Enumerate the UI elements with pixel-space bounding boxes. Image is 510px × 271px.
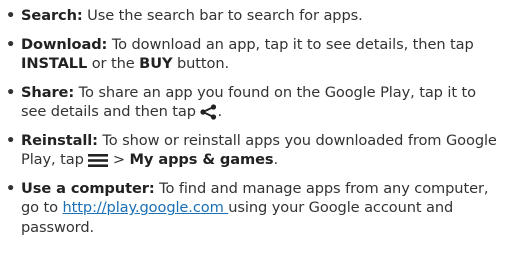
menu-icon	[88, 153, 109, 167]
bullet: •	[6, 7, 16, 24]
item-title: Use a computer:	[21, 179, 155, 197]
item-text: or the	[87, 55, 140, 72]
my-apps-label: My apps & games	[129, 151, 274, 168]
item-title: Reinstall:	[21, 131, 98, 149]
bullet: •	[6, 83, 16, 101]
bullet: •	[6, 179, 16, 197]
item-text: .	[273, 151, 279, 168]
item-text: .	[217, 103, 223, 120]
bullet: •	[6, 35, 16, 53]
list-item-reinstall: • Reinstall: To show or reinstall apps yo…	[4, 131, 504, 170]
item-title: Share:	[21, 83, 75, 101]
item-text: >	[108, 151, 130, 168]
item-title: Search:	[21, 7, 83, 24]
share-icon	[200, 104, 217, 120]
list-item-search: • Search: Use the search bar to search fo…	[4, 6, 504, 26]
install-label: INSTALL	[21, 55, 88, 72]
bullet: •	[6, 131, 16, 149]
list-item-use-computer: • Use a computer: To find and manage apps…	[4, 179, 504, 238]
list-item-download: • Download: To download an app, tap it to…	[4, 35, 504, 74]
item-text: button.	[172, 55, 230, 72]
item-text: To download an app, tap it to see detail…	[107, 35, 474, 53]
item-title: Download:	[21, 35, 108, 53]
help-document: • Search: Use the search bar to search fo…	[0, 0, 510, 271]
google-play-link[interactable]: http://play.google.com	[63, 199, 229, 216]
item-text: Use the search bar to search for apps.	[82, 7, 363, 24]
buy-label: BUY	[139, 55, 173, 72]
item-text: To share an app you found on the Google …	[21, 83, 476, 121]
list-item-share: • Share: To share an app you found on the…	[4, 83, 504, 122]
